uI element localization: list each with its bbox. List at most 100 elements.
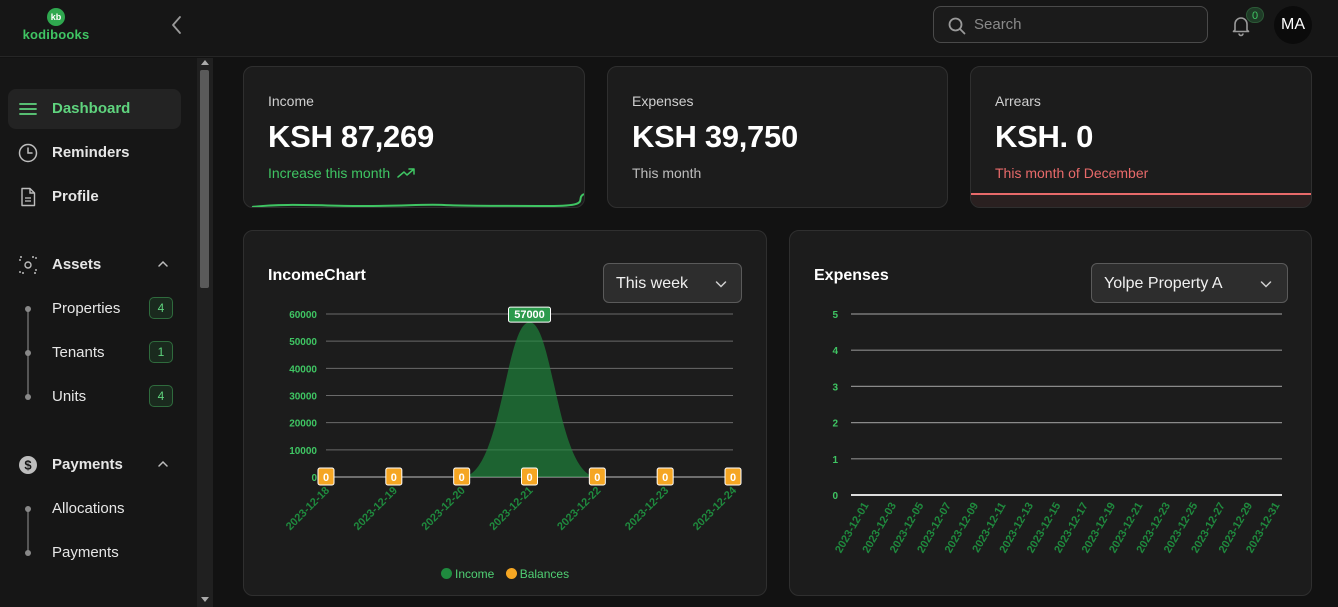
chevron-down-icon <box>715 281 727 288</box>
sidebar: Dashboard Reminders Profile Assets Prope… <box>0 58 197 607</box>
income-value-label: 57000 <box>514 309 545 321</box>
balances-value-label: 0 <box>730 472 736 484</box>
balances-value-label: 0 <box>594 472 600 484</box>
sidebar-item-units[interactable]: Units 4 <box>20 379 181 415</box>
legend-label-balances: Balances <box>519 567 570 581</box>
arrears-value: KSH. 0 <box>995 119 1094 154</box>
income-value: KSH 87,269 <box>268 119 434 154</box>
sidebar-item-label: Reminders <box>52 144 130 161</box>
sidebar-item-payments[interactable]: Payments <box>20 535 181 571</box>
income-card: Income KSH 87,269 Increase this month <box>243 66 585 208</box>
sidebar-scrollbar[interactable] <box>197 58 213 607</box>
logo[interactable]: kb kodibooks <box>20 8 92 44</box>
sidebar-item-properties[interactable]: Properties 4 <box>20 291 181 327</box>
chevron-down-icon <box>1260 281 1272 288</box>
y-tick-label: 3 <box>832 382 838 393</box>
balances-value-label: 0 <box>459 472 465 484</box>
y-tick-label: 60000 <box>289 310 317 321</box>
sidebar-item-profile[interactable]: Profile <box>8 177 181 217</box>
search-icon <box>948 17 966 35</box>
sidebar-item-allocations[interactable]: Allocations <box>20 491 181 527</box>
trending-up-icon <box>397 168 415 178</box>
top-bar: kb kodibooks 0 MA <box>0 0 1338 57</box>
search-box[interactable] <box>933 6 1208 43</box>
count-badge: 4 <box>149 297 173 319</box>
sidebar-item-label: Payments <box>52 456 123 473</box>
y-tick-label: 40000 <box>289 364 317 375</box>
period-select[interactable]: This week <box>603 263 742 303</box>
income-chart-card: 0 10000 20000 30000 40000 50000 60000 57000 0 0 0 0… <box>243 230 767 596</box>
balances-value-label: 0 <box>323 472 329 484</box>
x-tick-label: 2023-12-19 <box>352 485 400 533</box>
logo-text: kodibooks <box>22 27 90 42</box>
collapse-sidebar-button[interactable] <box>166 14 188 36</box>
sidebar-item-reminders[interactable]: Reminders <box>8 133 181 173</box>
chevron-up-icon <box>158 460 168 467</box>
bullet-dot <box>25 394 31 400</box>
y-tick-label: 5 <box>832 310 838 321</box>
sidebar-item-label: Properties <box>52 300 121 317</box>
sidebar-item-tenants[interactable]: Tenants 1 <box>20 335 181 371</box>
y-tick-label: 20000 <box>289 419 317 430</box>
scroll-down-arrow[interactable] <box>201 597 209 602</box>
arrears-period: This month of December <box>995 165 1149 181</box>
x-tick-label: 2023-12-23 <box>623 485 671 533</box>
balances-value-label: 0 <box>662 472 668 484</box>
expenses-chart-card: 0 1 2 3 4 5 2023-12-01 2023-12-03 2023-12-05 2023… <box>789 230 1312 596</box>
expenses-label: Expenses <box>632 93 694 109</box>
x-tick-label: 2023-12-22 <box>555 485 603 533</box>
expenses-value: KSH 39,750 <box>632 119 798 154</box>
income-trend: Increase this month <box>268 165 417 181</box>
svg-text:$: $ <box>24 458 32 473</box>
arrears-indicator-bar <box>971 193 1311 207</box>
bullet-dot <box>25 506 31 512</box>
expenses-chart-title: Expenses <box>814 267 889 284</box>
x-tick-label: 2023-12-21 <box>487 485 535 533</box>
menu-icon <box>19 103 37 115</box>
document-icon <box>21 187 36 207</box>
sidebar-item-label: Assets <box>52 256 102 273</box>
y-tick-label: 30000 <box>289 392 317 403</box>
income-sparkline <box>251 193 584 207</box>
period-select-value: This week <box>616 275 689 292</box>
sidebar-group-assets[interactable]: Assets <box>8 245 181 285</box>
sidebar-item-label: Dashboard <box>52 100 131 117</box>
sidebar-item-label: Units <box>52 388 87 405</box>
y-tick-label: 1 <box>832 455 838 466</box>
count-badge: 4 <box>149 385 173 407</box>
search-input[interactable] <box>974 7 1199 42</box>
legend-swatch-income <box>441 568 452 579</box>
balances-value-label: 0 <box>391 472 397 484</box>
y-tick-label: 0 <box>311 473 317 484</box>
x-tick-label: 2023-12-24 <box>691 484 740 533</box>
chevron-up-icon <box>158 260 168 267</box>
y-tick-label: 2 <box>832 419 838 430</box>
arrears-card: Arrears KSH. 0 This month of December <box>970 66 1312 208</box>
avatar[interactable]: MA <box>1274 6 1312 44</box>
clock-icon <box>18 143 38 163</box>
sidebar-group-payments[interactable]: $ Payments <box>8 445 181 485</box>
legend-label-income: Income <box>455 567 495 581</box>
logo-mark: kb <box>47 8 65 26</box>
expenses-period: This month <box>632 165 702 181</box>
bullet-dot <box>25 350 31 356</box>
x-tick-label: 2023-12-20 <box>420 485 468 533</box>
scroll-thumb[interactable] <box>200 70 209 288</box>
chevron-left-icon <box>172 16 181 34</box>
arrears-label: Arrears <box>995 93 1041 109</box>
income-trend-text: Increase this month <box>268 165 391 181</box>
x-tick-label: 2023-12-18 <box>284 485 332 533</box>
sidebar-item-dashboard[interactable]: Dashboard <box>8 89 181 129</box>
legend-swatch-balances <box>505 568 517 579</box>
sidebar-item-label: Tenants <box>52 344 105 361</box>
sidebar-item-label: Allocations <box>52 500 125 517</box>
scroll-up-arrow[interactable] <box>201 60 209 65</box>
balances-value-label: 0 <box>526 472 532 484</box>
y-tick-label: 50000 <box>289 337 317 348</box>
income-chart-title: IncomeChart <box>268 267 366 284</box>
count-badge: 1 <box>149 341 173 363</box>
dollar-icon: $ <box>19 456 37 474</box>
income-area <box>326 322 733 477</box>
property-select[interactable]: Yolpe Property A <box>1091 263 1288 303</box>
expenses-card: Expenses KSH 39,750 This month <box>607 66 948 208</box>
